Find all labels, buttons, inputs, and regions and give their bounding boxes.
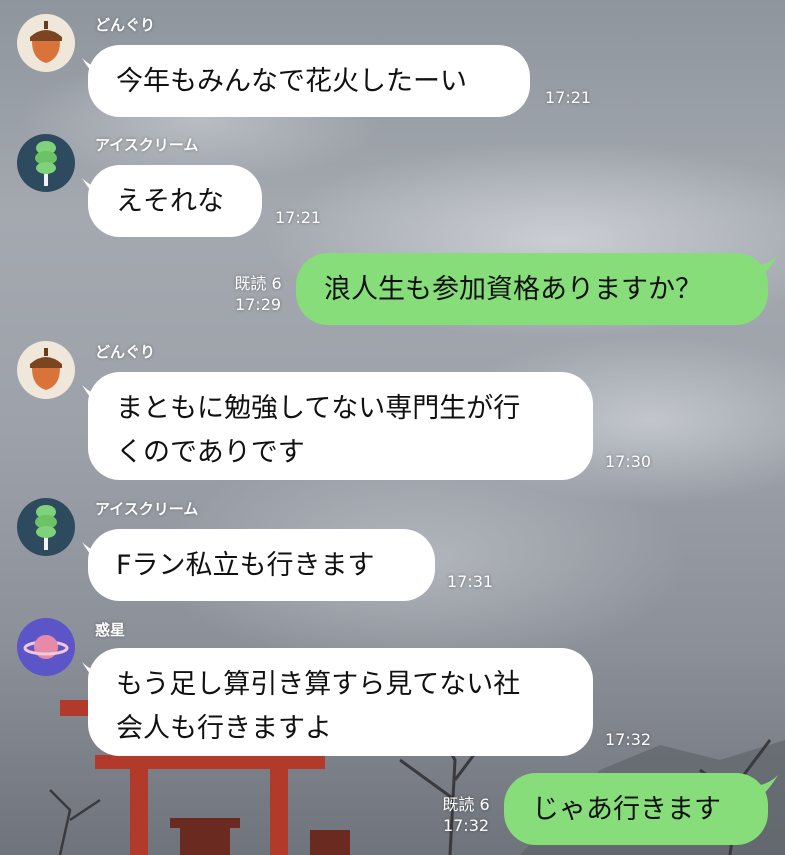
planet-icon <box>23 635 69 659</box>
message-bubble[interactable]: えそれな <box>88 165 262 237</box>
acorn-icon <box>30 348 62 390</box>
sender-name: 惑星 <box>95 621 126 639</box>
message-time: 17:32 <box>442 816 490 835</box>
message-text: Fラン私立も行きます <box>116 550 375 581</box>
avatar-planet[interactable] <box>17 618 75 676</box>
message-bubble[interactable]: まともに勉強してない専門生が行 くのでありです <box>88 372 593 480</box>
read-status: 既読 6 17:29 <box>228 273 288 315</box>
sender-name: アイスクリーム <box>95 136 199 154</box>
message-bubble[interactable]: もう足し算引き算すら見てない社 会人も行きますよ <box>88 648 593 756</box>
read-count: 既読 6 <box>442 795 490 814</box>
message-text: 今年もみんなで花火したーい <box>116 66 467 97</box>
message-text-line: 会人も行きますよ <box>116 713 332 744</box>
message-time: 17:21 <box>545 88 592 107</box>
message-text: じゃあ行きます <box>532 794 721 825</box>
message-time: 17:29 <box>234 295 282 314</box>
message-bubble[interactable]: Fラン私立も行きます <box>88 529 435 601</box>
message-text: えそれな <box>116 186 224 217</box>
message-bubble[interactable]: 今年もみんなで花火したーい <box>88 45 530 117</box>
message-time: 17:31 <box>447 572 494 591</box>
tree-left <box>49 789 101 855</box>
chat-background: どんぐり 今年もみんなで花火したーい 17:21 アイスクリーム えそれな 17… <box>0 0 785 855</box>
read-status: 既読 6 17:32 <box>436 794 496 836</box>
avatar-ice-cream[interactable] <box>17 134 75 192</box>
avatar-donguri[interactable] <box>17 341 75 399</box>
message-time: 17:32 <box>605 730 652 749</box>
message-text: 浪人生も参加資格ありますか？ <box>324 274 702 305</box>
ice-cream-icon <box>35 505 57 550</box>
avatar-ice-cream[interactable] <box>17 498 75 556</box>
small-shrines <box>170 818 350 855</box>
message-time: 17:30 <box>605 452 652 471</box>
sender-name: どんぐり <box>95 343 156 361</box>
message-text-line: くのでありです <box>116 437 305 468</box>
message-bubble-outgoing[interactable]: 浪人生も参加資格ありますか？ <box>296 253 768 325</box>
read-count: 既読 6 <box>234 274 282 293</box>
ice-cream-icon <box>35 141 57 186</box>
avatar-donguri[interactable] <box>17 14 75 72</box>
acorn-icon <box>30 21 62 63</box>
message-time: 17:21 <box>275 208 322 227</box>
message-bubble-outgoing[interactable]: じゃあ行きます <box>504 773 768 845</box>
sender-name: どんぐり <box>95 16 156 34</box>
message-text-line: もう足し算引き算すら見てない社 <box>116 669 521 700</box>
message-text-line: まともに勉強してない専門生が行 <box>116 393 521 424</box>
sender-name: アイスクリーム <box>95 500 199 518</box>
